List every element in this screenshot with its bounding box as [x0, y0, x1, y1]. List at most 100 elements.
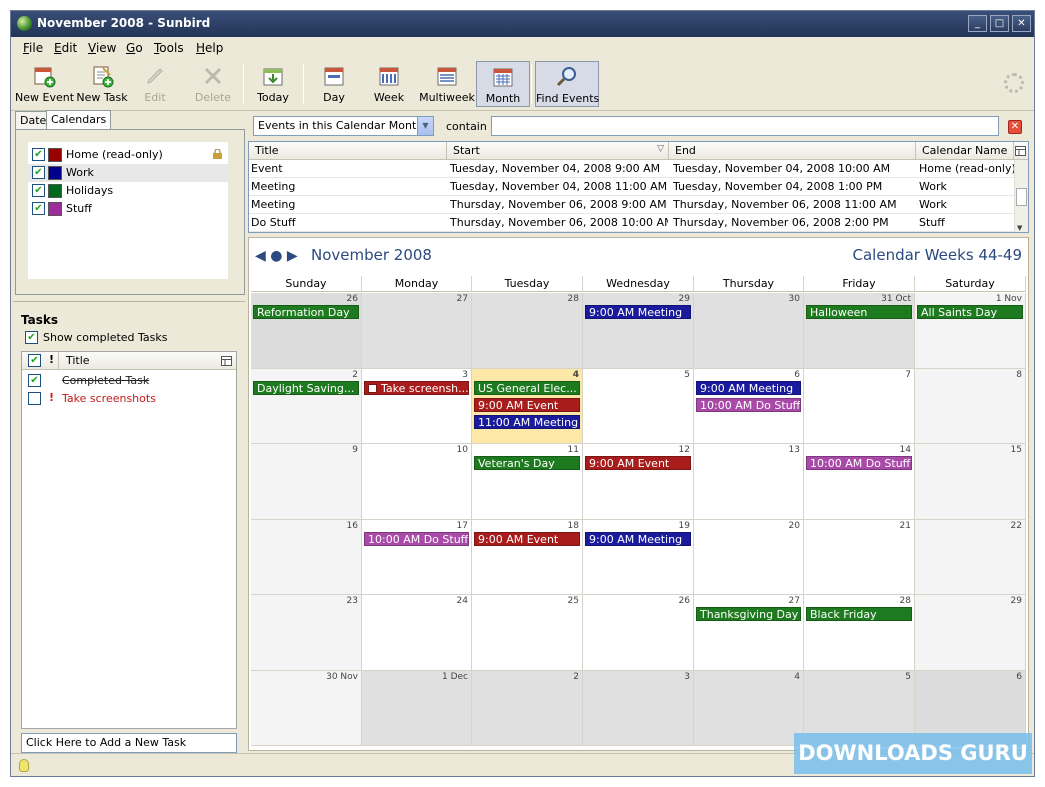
column-picker-icon[interactable]: [1015, 146, 1026, 156]
event-item[interactable]: Black Friday: [806, 607, 912, 621]
day-cell[interactable]: 27 Thanksgiving Day: [694, 595, 804, 671]
event-list-row[interactable]: Do Stuff Thursday, November 06, 2008 10:…: [249, 214, 1014, 232]
day-view-button[interactable]: Day: [313, 61, 355, 107]
day-cell[interactable]: 3: [583, 670, 694, 746]
column-picker-icon[interactable]: [221, 356, 232, 366]
event-list-scrollbar[interactable]: ▼: [1014, 160, 1028, 232]
event-item[interactable]: Daylight Saving...: [253, 380, 359, 395]
task-title-column[interactable]: Title: [66, 354, 90, 367]
event-item[interactable]: 9:00 AM Meeting: [585, 305, 691, 319]
day-cell[interactable]: 13: [694, 444, 804, 520]
event-item[interactable]: 9:00 AM Meeting: [585, 531, 691, 546]
day-cell[interactable]: 17 10:00 AM Do Stuff: [362, 519, 472, 595]
event-item[interactable]: Reformation Day: [253, 305, 359, 319]
event-item[interactable]: Thanksgiving Day: [696, 607, 801, 621]
day-cell[interactable]: 11 Veteran's Day: [472, 444, 583, 520]
add-task-input[interactable]: Click Here to Add a New Task: [21, 733, 237, 753]
day-cell[interactable]: 31 Oct Halloween: [804, 293, 915, 369]
task-item[interactable]: Take screensh...: [364, 380, 469, 395]
day-cell[interactable]: 26 Reformation Day: [251, 293, 362, 369]
day-cell[interactable]: 19 9:00 AM Meeting: [583, 519, 694, 595]
priority-column-icon[interactable]: !: [49, 353, 54, 366]
event-item[interactable]: 9:00 AM Event: [474, 531, 580, 546]
event-item[interactable]: All Saints Day: [917, 305, 1023, 319]
close-button[interactable]: ✕: [1012, 15, 1031, 32]
pane-splitter[interactable]: [13, 301, 245, 305]
day-cell[interactable]: 15: [915, 444, 1026, 520]
event-item[interactable]: 9:00 AM Event: [585, 456, 691, 470]
task-completed-checkbox[interactable]: [28, 392, 41, 405]
multiweek-view-button[interactable]: Multiweek: [419, 61, 475, 107]
day-cell[interactable]: 22: [915, 519, 1026, 595]
event-filter-select[interactable]: Events in this Calendar Month ▼: [253, 116, 434, 136]
day-cell[interactable]: 8: [915, 368, 1026, 444]
event-item[interactable]: 10:00 AM Do Stuff: [364, 531, 469, 546]
day-cell[interactable]: 3 Take screensh...: [362, 368, 472, 444]
edit-button[interactable]: Edit: [135, 61, 175, 107]
minimize-button[interactable]: _: [968, 15, 987, 32]
day-cell[interactable]: 27: [362, 293, 472, 369]
event-item[interactable]: US General Elec...: [474, 380, 580, 395]
calendar-item-holidays[interactable]: ✔ Holidays: [28, 182, 228, 200]
day-cell[interactable]: 5: [583, 368, 694, 444]
day-cell[interactable]: 23: [251, 595, 362, 671]
event-item[interactable]: 9:00 AM Event: [474, 397, 580, 412]
day-cell[interactable]: 18 9:00 AM Event: [472, 519, 583, 595]
clear-search-icon[interactable]: ✕: [1008, 120, 1022, 134]
day-cell[interactable]: 7: [804, 368, 915, 444]
calendar-checkbox[interactable]: ✔: [32, 148, 45, 161]
day-cell[interactable]: 6 9:00 AM Meeting 10:00 AM Do Stuff: [694, 368, 804, 444]
new-task-button[interactable]: New Task: [75, 61, 129, 107]
event-item[interactable]: 9:00 AM Meeting: [696, 380, 801, 395]
day-cell[interactable]: 2: [472, 670, 583, 746]
find-events-button[interactable]: Find Events: [535, 61, 599, 107]
column-calendar-name[interactable]: Calendar Name: [916, 142, 1014, 160]
event-item[interactable]: 10:00 AM Do Stuff: [806, 456, 912, 470]
calendar-checkbox[interactable]: ✔: [32, 202, 45, 215]
day-cell[interactable]: 14 10:00 AM Do Stuff: [804, 444, 915, 520]
event-list-row[interactable]: Meeting Tuesday, November 04, 2008 11:00…: [249, 178, 1014, 196]
scroll-down-icon[interactable]: ▼: [1017, 224, 1022, 232]
day-cell[interactable]: 24: [362, 595, 472, 671]
week-view-button[interactable]: Week: [367, 61, 411, 107]
day-cell[interactable]: 30: [694, 293, 804, 369]
event-item[interactable]: Halloween: [806, 305, 912, 319]
go-today-icon[interactable]: ●: [270, 248, 282, 264]
day-cell[interactable]: 10: [362, 444, 472, 520]
today-button[interactable]: Today: [251, 61, 295, 107]
menu-help[interactable]: Help: [196, 41, 223, 55]
day-cell[interactable]: 2 Daylight Saving...: [251, 368, 362, 444]
menu-go[interactable]: Go: [126, 41, 143, 55]
show-completed-checkbox[interactable]: ✔: [25, 331, 38, 344]
menu-file[interactable]: File: [23, 41, 43, 55]
day-cell[interactable]: 9: [251, 444, 362, 520]
event-item[interactable]: 11:00 AM Meeting: [474, 414, 580, 429]
tab-calendars[interactable]: Calendars: [46, 110, 112, 130]
day-cell[interactable]: 20: [694, 519, 804, 595]
task-completed-checkbox[interactable]: ✔: [28, 374, 41, 387]
day-cell[interactable]: 12 9:00 AM Event: [583, 444, 694, 520]
column-start[interactable]: Start ▽: [447, 142, 669, 160]
task-row[interactable]: ! Take screenshots: [22, 390, 236, 408]
calendar-item-work[interactable]: ✔ Work: [28, 164, 228, 182]
calendar-checkbox[interactable]: ✔: [32, 184, 45, 197]
next-month-icon[interactable]: ▶: [287, 248, 298, 264]
day-cell[interactable]: 29: [915, 595, 1026, 671]
menu-edit[interactable]: Edit: [54, 41, 77, 55]
day-cell[interactable]: 4 US General Elec... 9:00 AM Event 11:00 AM…: [472, 368, 583, 444]
day-cell[interactable]: 26: [583, 595, 694, 671]
calendar-item-stuff[interactable]: ✔ Stuff: [28, 200, 228, 218]
menu-tools[interactable]: Tools: [154, 41, 184, 55]
calendar-item-home[interactable]: ✔ Home (read-only): [28, 146, 228, 164]
day-cell[interactable]: 29 9:00 AM Meeting: [583, 293, 694, 369]
menu-view[interactable]: View: [88, 41, 116, 55]
new-event-button[interactable]: New Event: [15, 61, 74, 107]
calendar-checkbox[interactable]: ✔: [32, 166, 45, 179]
column-title[interactable]: Title: [249, 142, 447, 160]
event-item[interactable]: 10:00 AM Do Stuff: [696, 397, 801, 412]
maximize-button[interactable]: □: [990, 15, 1009, 32]
event-search-input[interactable]: [491, 116, 999, 136]
event-list-row[interactable]: Event Tuesday, November 04, 2008 9:00 AM…: [249, 160, 1014, 178]
day-cell[interactable]: 28 Black Friday: [804, 595, 915, 671]
event-list-row[interactable]: Meeting Thursday, November 06, 2008 9:00…: [249, 196, 1014, 214]
